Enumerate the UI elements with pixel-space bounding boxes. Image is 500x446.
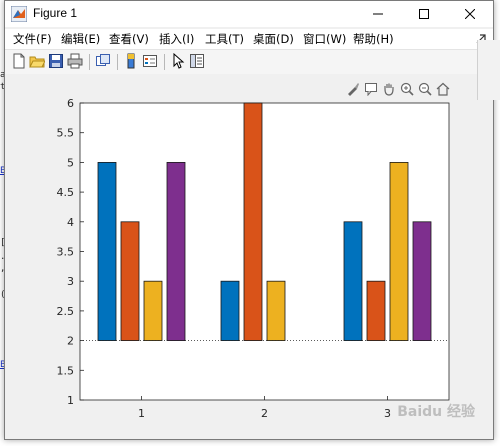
legend-icon[interactable] [142,53,158,69]
y-tick-label: 1 [67,394,74,407]
toolbar-separator [117,54,118,70]
matlab-app-icon [11,6,27,22]
watermark: Baidu 经验 [397,404,475,420]
figure-window: Figure 1 文件(F) 编辑(E) 查看(V) 插入(I) 工具(T) 桌… [4,0,494,440]
maximize-button[interactable] [401,1,447,27]
bar-series1-cat1 [97,162,117,341]
open-file-icon[interactable] [29,53,45,69]
bar-series2-cat1 [120,221,140,342]
y-tick-label: 2.5 [57,305,75,318]
y-tick-label: 2 [67,335,74,348]
link-icon[interactable] [95,53,111,69]
bar-series1-cat2 [220,280,240,341]
y-tick-label: 3.5 [57,246,75,259]
background-editor-right [477,40,500,100]
menu-window[interactable]: 窗口(W) [303,31,346,47]
y-tick-label: 4 [67,216,74,229]
menu-bar: 文件(F) 编辑(E) 查看(V) 插入(I) 工具(T) 桌面(D) 窗口(W… [5,29,493,49]
maximize-icon [419,9,429,19]
minimize-button[interactable] [355,1,401,27]
y-tick-label: 5 [67,156,74,169]
bar-chart[interactable]: 1 1.5 2 2.5 3 3.5 4 4.5 5 5.5 6 1 2 3 [5,74,491,437]
menu-view[interactable]: 查看(V) [109,31,149,47]
bar-series4-cat3 [412,221,432,342]
menu-edit[interactable]: 编辑(E) [61,31,100,47]
figure-toolbar [5,49,493,75]
menu-tools[interactable]: 工具(T) [205,31,244,47]
y-tick-label: 4.5 [57,186,75,199]
close-icon [465,9,475,19]
y-tick-label: 5.5 [57,127,75,140]
y-tick-label: 1.5 [57,364,75,377]
x-tick-label: 2 [261,407,268,420]
toolbar-separator [164,54,165,70]
y-tick-label: 3 [67,275,74,288]
bar-series2-cat3 [366,280,386,341]
property-inspector-icon[interactable] [189,53,205,69]
bar-series1-cat3 [343,221,363,342]
bar-series3-cat3 [389,162,409,341]
bar-series4-cat1 [166,162,186,341]
menu-insert[interactable]: 插入(I) [159,31,194,47]
new-figure-icon[interactable] [11,53,27,69]
bar-series3-cat2 [266,280,286,341]
minimize-icon [373,13,383,15]
menu-help[interactable]: 帮助(H) [353,31,394,47]
colorbar-icon[interactable] [123,53,139,69]
x-tick-label: 1 [138,407,145,420]
menu-desktop[interactable]: 桌面(D) [253,31,294,47]
menu-file[interactable]: 文件(F) [13,31,52,47]
print-icon[interactable] [67,53,83,69]
figure-canvas: 1 1.5 2 2.5 3 3.5 4 4.5 5 5.5 6 1 2 3 Baidu 经验 [5,74,493,439]
y-tick-label: 6 [67,97,74,110]
bar-series3-cat1 [143,280,163,341]
pointer-icon[interactable] [170,53,186,69]
window-title: Figure 1 [33,6,78,20]
title-bar[interactable]: Figure 1 [5,1,493,27]
save-icon[interactable] [48,53,64,69]
x-tick-label: 3 [384,407,391,420]
close-button[interactable] [447,1,493,27]
bar-series2-cat2 [243,102,263,342]
toolbar-separator [89,54,90,70]
